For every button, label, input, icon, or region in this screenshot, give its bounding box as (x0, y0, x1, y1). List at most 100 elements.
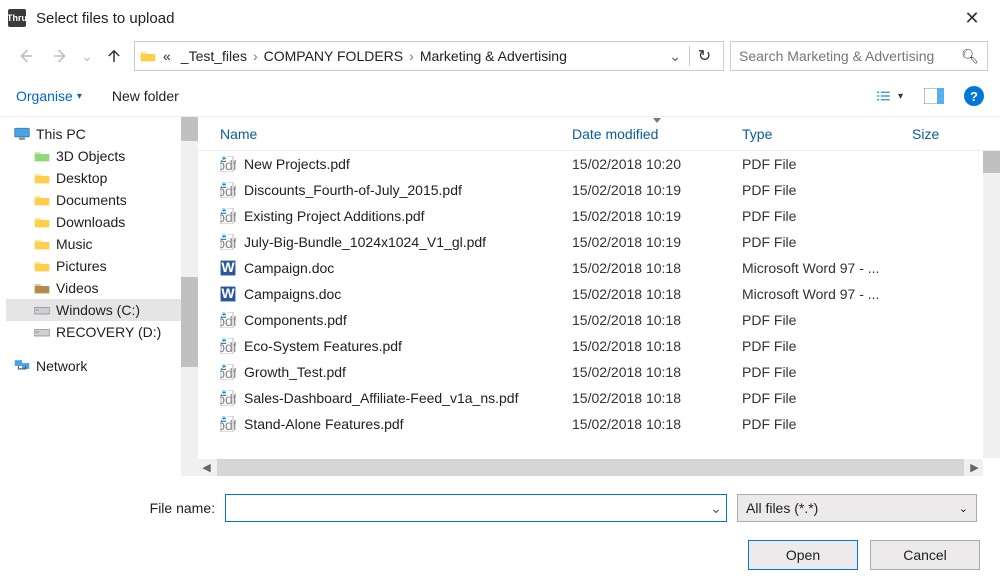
pc-icon (14, 126, 30, 142)
chevron-right-icon: › (407, 48, 416, 64)
svg-text:pdf: pdf (220, 183, 236, 198)
recent-dropdown[interactable]: ⌄ (80, 42, 94, 70)
chevron-down-icon: ▾ (898, 91, 903, 102)
svg-text:pdf: pdf (220, 417, 236, 432)
arrow-left-icon (17, 47, 35, 65)
folder-blue-icon (34, 170, 50, 186)
tree-item[interactable]: Pictures (6, 255, 198, 277)
folder-icon (139, 47, 157, 65)
preview-pane-button[interactable] (920, 85, 948, 107)
forward-button[interactable] (46, 42, 74, 70)
file-type-filter[interactable]: All files (*.*) ⌄ (737, 494, 977, 522)
file-type: PDF File (742, 416, 912, 432)
pdf-file-icon: epdf (220, 156, 236, 172)
col-size[interactable]: Size (912, 126, 982, 142)
filename-input[interactable] (226, 495, 706, 521)
pdf-file-icon: epdf (220, 182, 236, 198)
file-name: Growth_Test.pdf (244, 364, 346, 380)
tree-item[interactable]: Music (6, 233, 198, 255)
col-type[interactable]: Type (742, 126, 912, 142)
help-button[interactable]: ? (964, 86, 984, 106)
file-type: PDF File (742, 390, 912, 406)
app-logo: Thru (8, 9, 26, 27)
organise-menu[interactable]: Organise ▾ (16, 88, 82, 104)
table-row[interactable]: epdfSales-Dashboard_Affiliate-Feed_v1a_n… (198, 385, 1000, 411)
scroll-right-icon[interactable]: ▶ (966, 461, 983, 474)
col-name[interactable]: Name (198, 126, 572, 142)
chevron-right-icon: › (251, 48, 260, 64)
breadcrumb-segment[interactable]: COMPANY FOLDERS (260, 48, 408, 64)
close-button[interactable]: ✕ (952, 8, 992, 29)
up-button[interactable] (100, 42, 128, 70)
address-dropdown[interactable]: ⌄ (663, 48, 687, 65)
tree-item[interactable]: Videos (6, 277, 198, 299)
column-headers: Name Date modified Type Size (198, 117, 1000, 151)
tree-label: Music (56, 236, 93, 252)
table-row[interactable]: epdfEco-System Features.pdf15/02/2018 10… (198, 333, 1000, 359)
folder-music-icon (34, 236, 50, 252)
table-row[interactable]: epdfStand-Alone Features.pdf15/02/2018 1… (198, 411, 1000, 437)
file-date: 15/02/2018 10:18 (572, 338, 742, 354)
tree-network[interactable]: Network (6, 355, 198, 377)
view-options-button[interactable]: ▾ (876, 85, 904, 107)
tree-item[interactable]: 3D Objects (6, 145, 198, 167)
table-row[interactable]: epdfExisting Project Additions.pdf15/02/… (198, 203, 1000, 229)
folder-green-icon (34, 148, 50, 164)
folder-doc-icon (34, 192, 50, 208)
file-date: 15/02/2018 10:18 (572, 312, 742, 328)
svg-text:pdf: pdf (220, 339, 236, 354)
file-date: 15/02/2018 10:19 (572, 208, 742, 224)
file-scrollbar-horizontal[interactable]: ◀ ▶ (198, 459, 983, 476)
table-row[interactable]: epdfGrowth_Test.pdf15/02/2018 10:18PDF F… (198, 359, 1000, 385)
address-bar[interactable]: « _Test_files›COMPANY FOLDERS›Marketing … (134, 41, 724, 71)
tree-scroll-thumb[interactable] (181, 277, 198, 367)
svg-text:pdf: pdf (220, 365, 236, 380)
tree-item[interactable]: RECOVERY (D:) (6, 321, 198, 343)
tree-this-pc[interactable]: This PC (6, 123, 198, 145)
file-scroll-thumb-h[interactable] (217, 459, 964, 476)
table-row[interactable]: epdfNew Projects.pdf15/02/2018 10:20PDF … (198, 151, 1000, 177)
breadcrumb-segment[interactable]: Marketing & Advertising (416, 48, 571, 64)
search-icon: 🔍︎ (961, 48, 979, 65)
file-type: Microsoft Word 97 - ... (742, 260, 912, 276)
file-scrollbar-vertical[interactable] (983, 151, 1000, 458)
svg-text:pdf: pdf (220, 157, 236, 172)
tree-item[interactable]: Downloads (6, 211, 198, 233)
tree-scrollbar[interactable] (181, 117, 198, 476)
tree-scroll-thumb-top[interactable] (181, 117, 198, 141)
table-row[interactable]: epdfJuly-Big-Bundle_1024x1024_V1_gl.pdf1… (198, 229, 1000, 255)
chevron-down-icon: ▾ (77, 91, 82, 102)
tree-item[interactable]: Desktop (6, 167, 198, 189)
file-type: Microsoft Word 97 - ... (742, 286, 912, 302)
scroll-left-icon[interactable]: ◀ (198, 461, 215, 474)
filename-dropdown[interactable]: ⌄ (706, 500, 726, 517)
filter-label: All files (*.*) (746, 500, 818, 516)
table-row[interactable]: WCampaign.doc15/02/2018 10:18Microsoft W… (198, 255, 1000, 281)
file-type: PDF File (742, 338, 912, 354)
file-name: Existing Project Additions.pdf (244, 208, 425, 224)
open-button[interactable]: Open (748, 540, 858, 570)
file-type: PDF File (742, 182, 912, 198)
breadcrumb-segment[interactable]: _Test_files (177, 48, 251, 64)
svg-text:pdf: pdf (220, 391, 236, 406)
table-row[interactable]: WCampaigns.doc15/02/2018 10:18Microsoft … (198, 281, 1000, 307)
tree-item[interactable]: Windows (C:) (6, 299, 198, 321)
cancel-button[interactable]: Cancel (870, 540, 980, 570)
back-button[interactable] (12, 42, 40, 70)
tree-label: Pictures (56, 258, 107, 274)
table-row[interactable]: epdfDiscounts_Fourth-of-July_2015.pdf15/… (198, 177, 1000, 203)
tree-label: This PC (36, 126, 86, 142)
refresh-button[interactable]: ↻ (689, 46, 719, 66)
tree-label: Network (36, 358, 87, 374)
file-type: PDF File (742, 234, 912, 250)
file-scroll-thumb-v[interactable] (983, 151, 1000, 173)
search-box[interactable]: Search Marketing & Advertising 🔍︎ (730, 41, 988, 71)
tree-item[interactable]: Documents (6, 189, 198, 211)
table-row[interactable]: epdfComponents.pdf15/02/2018 10:18PDF Fi… (198, 307, 1000, 333)
file-list: epdfNew Projects.pdf15/02/2018 10:20PDF … (198, 151, 1000, 476)
col-date[interactable]: Date modified (572, 126, 742, 142)
file-date: 15/02/2018 10:18 (572, 364, 742, 380)
svg-text:pdf: pdf (220, 313, 236, 328)
new-folder-button[interactable]: New folder (112, 88, 179, 104)
doc-file-icon: W (220, 260, 236, 276)
